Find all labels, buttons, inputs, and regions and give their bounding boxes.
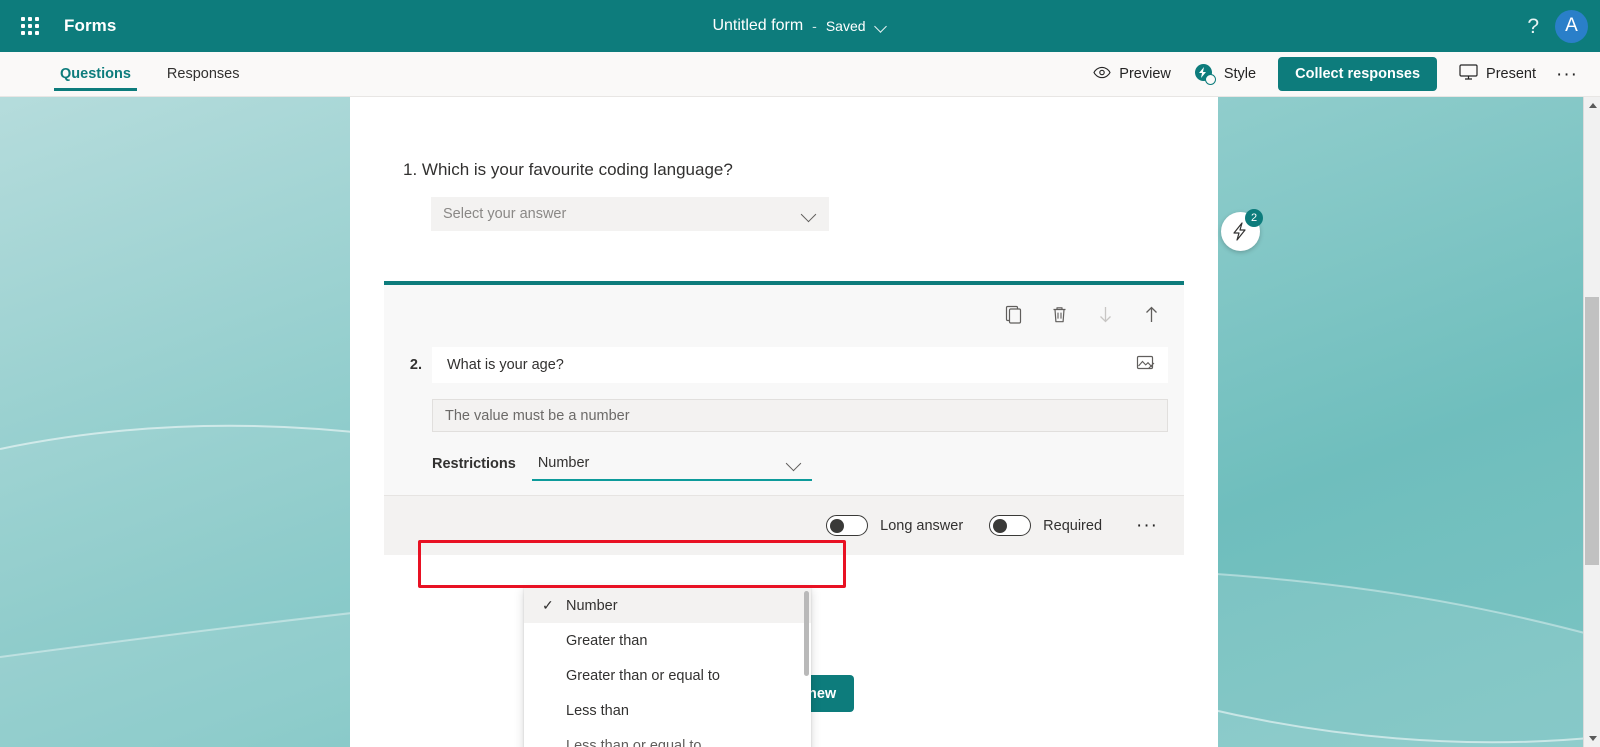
dropdown-scrollbar-thumb[interactable]: [804, 591, 809, 676]
dropdown-option-label: Greater than or equal to: [566, 667, 720, 684]
dropdown-option-label: Number: [566, 597, 618, 614]
restrictions-row: Restrictions Number: [432, 447, 812, 481]
chevron-down-icon[interactable]: [786, 458, 802, 468]
lightning-icon: [1233, 222, 1246, 241]
question-1-text: Which is your favourite coding language?: [421, 160, 733, 179]
ideas-count-badge: 2: [1245, 209, 1263, 227]
restrictions-label: Restrictions: [432, 456, 516, 472]
long-answer-label: Long answer: [880, 517, 964, 534]
present-label: Present: [1486, 66, 1537, 82]
style-sparkle-icon: [1194, 63, 1216, 85]
question-1: 1. Which is your favourite coding langua…: [403, 160, 1163, 231]
more-options-button[interactable]: ···: [1548, 61, 1586, 88]
move-up-icon[interactable]: [1136, 299, 1166, 329]
collect-responses-button[interactable]: Collect responses: [1278, 57, 1438, 91]
top-bar-right-group: ? A: [1527, 0, 1588, 52]
dropdown-option-greater-than-or-equal-to[interactable]: Greater than or equal to: [524, 658, 811, 693]
long-answer-toggle[interactable]: [826, 515, 869, 536]
eye-icon: [1093, 66, 1111, 83]
restrictions-dropdown-menu[interactable]: ✓ Number Greater than Greater than or eq…: [524, 588, 811, 747]
question-2-title-row: 2. What is your age?: [384, 347, 1184, 383]
long-answer-toggle-group: Long answer: [826, 515, 963, 536]
scroll-up-arrow-icon[interactable]: [1584, 97, 1600, 114]
dropdown-option-label: Less than or equal to: [566, 737, 702, 747]
question-1-placeholder: Select your answer: [443, 206, 567, 222]
page-scrollbar[interactable]: [1583, 97, 1600, 747]
restrictions-dropdown-trigger[interactable]: Number: [531, 447, 812, 481]
insert-media-icon[interactable]: [1136, 354, 1155, 377]
question-2-title-input[interactable]: What is your age?: [432, 347, 1168, 383]
preview-label: Preview: [1119, 66, 1171, 82]
question-1-answer-select[interactable]: Select your answer: [431, 197, 829, 231]
present-button[interactable]: Present: [1447, 58, 1548, 90]
tab-responses[interactable]: Responses: [161, 52, 246, 97]
toolbar-actions: Preview Style Collect responses Present …: [1081, 57, 1586, 91]
app-brand-label[interactable]: Forms: [64, 16, 116, 36]
chevron-down-icon[interactable]: [875, 22, 888, 30]
question-1-number: 1.: [403, 160, 418, 179]
top-app-bar: Forms Untitled form - Saved ? A: [0, 0, 1600, 52]
dropdown-option-less-than-or-equal-to[interactable]: Less than or equal to: [524, 728, 811, 747]
required-toggle[interactable]: [989, 515, 1032, 536]
dropdown-option-less-than[interactable]: Less than: [524, 693, 811, 728]
waffle-grid: [21, 17, 39, 35]
question-2-bottom-bar: Long answer Required ···: [384, 495, 1184, 555]
delete-icon[interactable]: [1044, 299, 1074, 329]
dropdown-option-label: Greater than: [566, 632, 648, 649]
preview-button[interactable]: Preview: [1081, 60, 1183, 89]
form-canvas: 1. Which is your favourite coding langua…: [0, 97, 1600, 747]
question-2-number: 2.: [409, 357, 422, 373]
style-label: Style: [1223, 66, 1257, 82]
dropdown-option-label: Less than: [566, 702, 629, 719]
chevron-down-icon[interactable]: [801, 209, 817, 219]
tab-questions[interactable]: Questions: [54, 52, 137, 97]
question-2-title-text: What is your age?: [447, 357, 564, 373]
help-icon[interactable]: ?: [1527, 16, 1539, 37]
style-button[interactable]: Style: [1183, 58, 1268, 91]
required-label: Required: [1043, 517, 1103, 534]
scrollbar-thumb[interactable]: [1585, 297, 1599, 565]
scroll-down-arrow-icon[interactable]: [1584, 730, 1600, 747]
question-2-answer-field[interactable]: The value must be a number: [432, 399, 1168, 432]
secondary-toolbar: Questions Responses Preview Style Collec…: [0, 52, 1600, 97]
question-2-toolbar: [998, 299, 1166, 329]
question-2-more-button[interactable]: ···: [1128, 512, 1166, 539]
title-separator: -: [812, 18, 817, 34]
monitor-icon: [1459, 64, 1478, 84]
dropdown-option-number[interactable]: ✓ Number: [524, 588, 811, 623]
question-2-card[interactable]: 2. What is your age? The value must be a…: [384, 281, 1184, 555]
move-down-icon[interactable]: [1090, 299, 1120, 329]
question-2-answer-placeholder: The value must be a number: [445, 407, 630, 424]
question-1-title: 1. Which is your favourite coding langua…: [403, 160, 1163, 180]
saved-status: Saved: [825, 18, 866, 34]
form-title[interactable]: Untitled form: [712, 17, 803, 35]
restrictions-selected-value: Number: [537, 455, 590, 471]
avatar[interactable]: A: [1555, 9, 1588, 43]
tab-list: Questions Responses: [54, 52, 269, 97]
required-toggle-group: Required: [989, 515, 1102, 536]
dropdown-option-greater-than[interactable]: Greater than: [524, 623, 811, 658]
check-icon: ✓: [542, 597, 554, 613]
form-title-group: Untitled form - Saved: [0, 0, 1600, 52]
app-launcher-icon[interactable]: [8, 0, 52, 52]
copy-icon[interactable]: [998, 299, 1028, 329]
